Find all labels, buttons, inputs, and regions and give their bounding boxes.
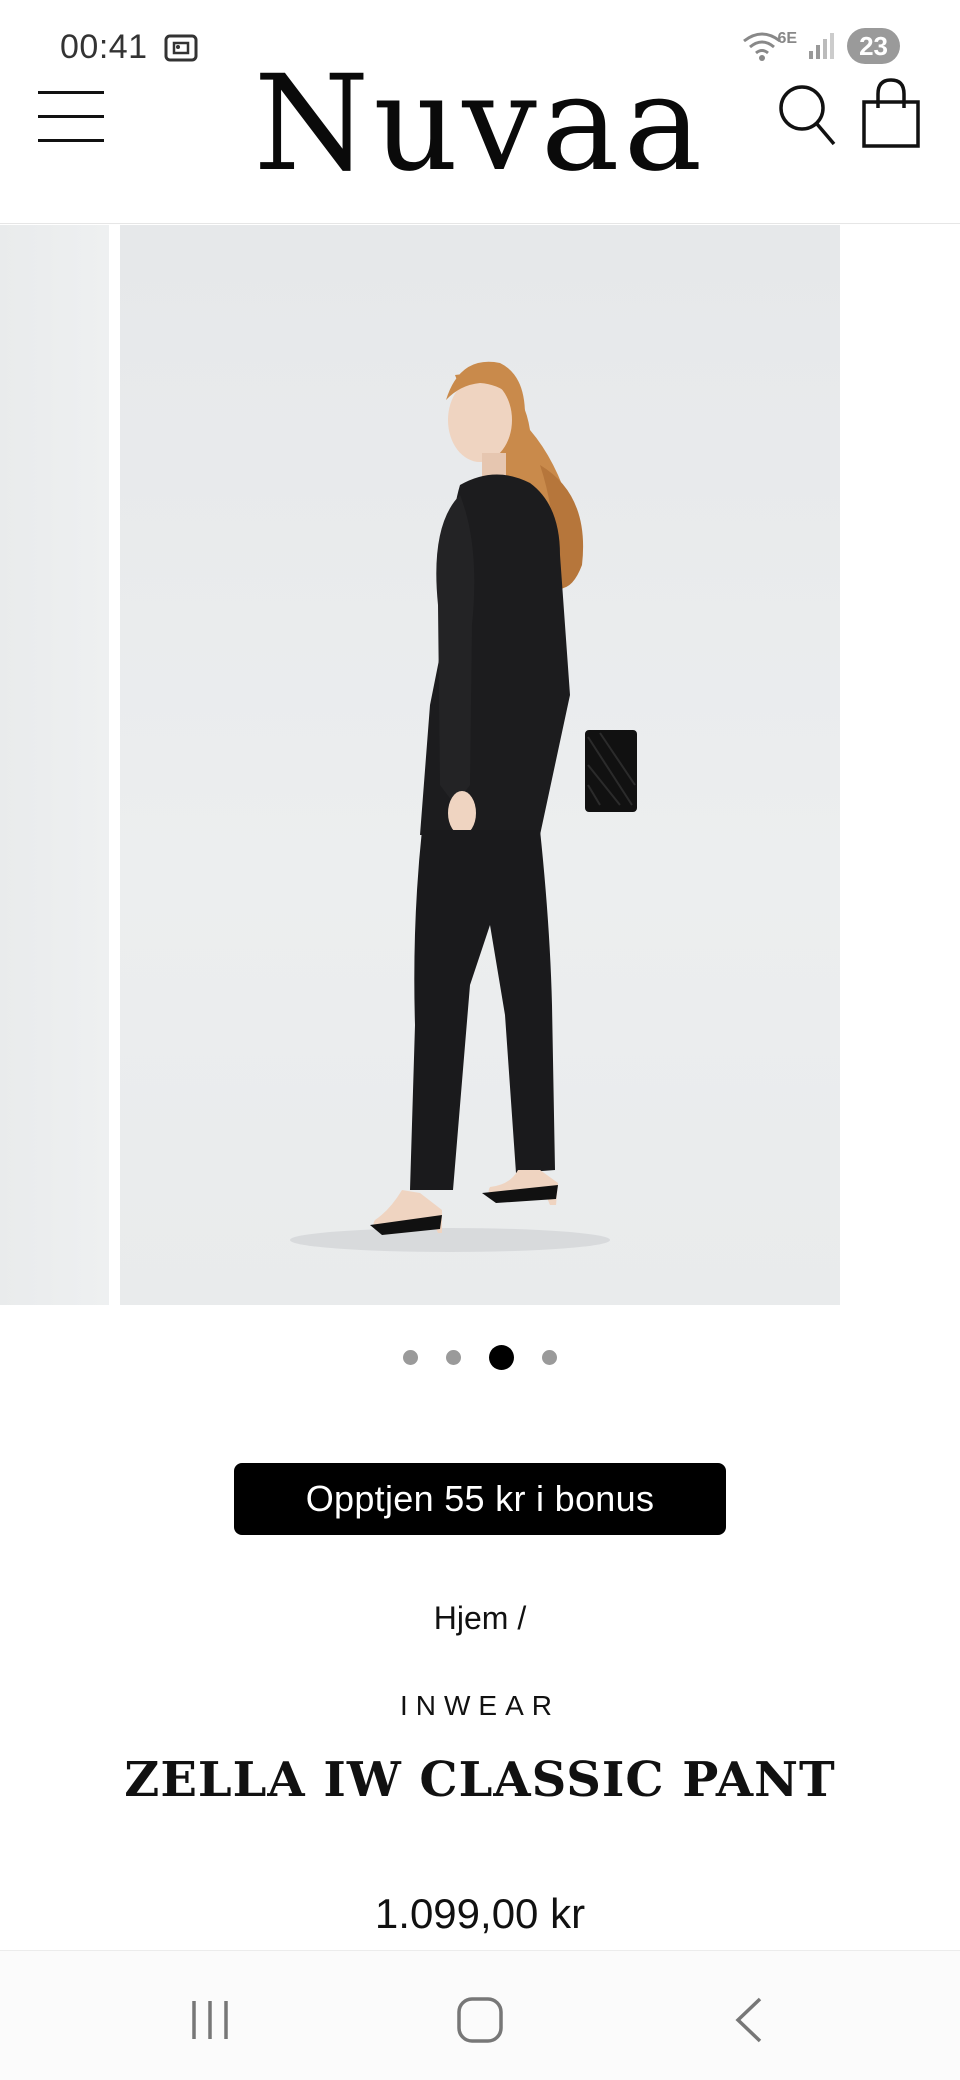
- product-title: ZELLA IW CLASSIC PANT: [124, 1752, 836, 1808]
- pagination-dot[interactable]: [446, 1349, 461, 1365]
- system-navigation-bar: [0, 1950, 960, 2080]
- signal-icon: [809, 33, 835, 59]
- battery-indicator: 23: [847, 28, 900, 64]
- gallery-pagination: [0, 1344, 960, 1370]
- pagination-dot[interactable]: [542, 1349, 557, 1365]
- recents-icon[interactable]: [180, 1995, 240, 2045]
- hamburger-menu-icon[interactable]: [38, 88, 104, 144]
- home-icon[interactable]: [450, 1995, 510, 2045]
- status-icons: 6E 23: [742, 28, 900, 64]
- site-header: Nuvaa: [0, 58, 960, 224]
- pagination-dot[interactable]: [403, 1349, 418, 1365]
- product-brand[interactable]: INWEAR: [0, 1690, 960, 1722]
- bonus-badge: Opptjen 55 kr i bonus: [234, 1463, 726, 1535]
- shopping-bag-icon[interactable]: [860, 78, 922, 148]
- back-icon[interactable]: [720, 1995, 780, 2045]
- product-price: 1.099,00 kr: [374, 1890, 586, 1937]
- search-icon[interactable]: [776, 82, 838, 148]
- product-image[interactable]: [120, 225, 840, 1305]
- breadcrumb[interactable]: Hjem /: [0, 1600, 960, 1637]
- network-type: 6E: [777, 30, 798, 47]
- product-image-gallery[interactable]: [0, 225, 960, 1305]
- model-photo: [290, 361, 637, 1252]
- previous-slide-image[interactable]: [0, 225, 109, 1305]
- wifi-icon: [742, 32, 781, 61]
- pagination-dot-active[interactable]: [489, 1344, 514, 1370]
